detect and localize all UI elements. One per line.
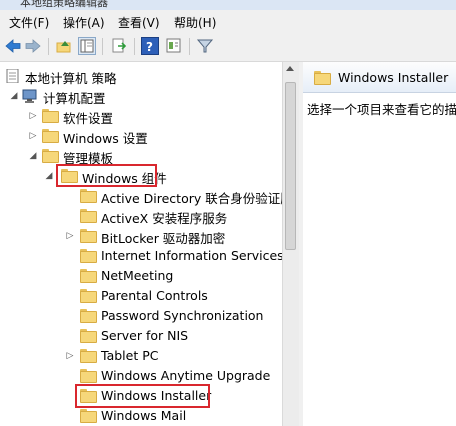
svg-text:?: ? <box>146 40 153 54</box>
tree-label: NetMeeting <box>101 268 174 283</box>
details-title: Windows Installer <box>338 70 449 85</box>
folder-icon <box>42 109 59 123</box>
back-arrow-icon[interactable] <box>4 37 22 55</box>
collapse-arrow-icon[interactable]: ◢ <box>9 90 19 102</box>
menu-file[interactable]: 文件(F) <box>9 14 49 31</box>
policy-document-icon <box>5 68 21 84</box>
tree-label: 软件设置 <box>63 111 114 126</box>
toolbar: ? <box>0 33 456 62</box>
details-pane: Windows Installer 选择一个项目来查看它的描述 <box>303 62 456 426</box>
properties-icon[interactable] <box>165 37 183 55</box>
folder-icon <box>80 369 97 383</box>
folder-icon <box>42 149 59 163</box>
collapse-arrow-icon[interactable]: ◢ <box>28 150 38 162</box>
expand-arrow-icon[interactable]: ▷ <box>28 110 38 122</box>
tree-node-iis[interactable]: Internet Information Services <box>0 246 282 266</box>
tree-label: Parental Controls <box>101 288 208 303</box>
folder-icon <box>80 229 97 243</box>
folder-icon <box>80 249 97 263</box>
help-icon[interactable]: ? <box>141 37 159 55</box>
tree-node-root[interactable]: 本地计算机 策略 <box>0 66 282 86</box>
tree-label: Tablet PC <box>101 348 159 363</box>
tree-node-tablet-pc[interactable]: ▷ Tablet PC <box>0 346 282 366</box>
export-list-icon[interactable] <box>110 37 128 55</box>
menu-help[interactable]: 帮助(H) <box>174 14 216 31</box>
tree-label: BitLocker 驱动器加密 <box>101 231 226 246</box>
tree-node-admin-templates[interactable]: ◢ 管理模板 <box>0 146 282 166</box>
folder-icon <box>80 309 97 323</box>
folder-icon <box>80 189 97 203</box>
tree-node-server-for-nis[interactable]: Server for NIS <box>0 326 282 346</box>
tree-label: ActiveX 安装程序服务 <box>101 211 228 226</box>
tree-label: Internet Information Services <box>101 248 282 263</box>
scrollbar-thumb[interactable] <box>285 82 296 250</box>
tree-node-netmeeting[interactable]: NetMeeting <box>0 266 282 286</box>
tree-node-activex[interactable]: ActiveX 安装程序服务 <box>0 206 282 226</box>
tree-label: Password Synchronization <box>101 308 264 323</box>
folder-icon <box>80 409 97 423</box>
up-folder-icon[interactable] <box>55 37 73 55</box>
folder-icon <box>80 209 97 223</box>
expand-arrow-icon[interactable]: ▷ <box>28 130 38 142</box>
expand-arrow-icon[interactable]: ▷ <box>65 230 75 242</box>
scroll-up-arrow-icon[interactable] <box>286 66 294 71</box>
tree-node-bitlocker[interactable]: ▷ BitLocker 驱动器加密 <box>0 226 282 246</box>
folder-icon <box>80 269 97 283</box>
folder-icon <box>80 329 97 343</box>
collapse-arrow-icon[interactable]: ◢ <box>44 170 54 182</box>
details-header: Windows Installer <box>303 62 456 93</box>
title-bar: 本地组策略编辑器 <box>0 0 456 10</box>
menu-view[interactable]: 查看(V) <box>118 14 160 31</box>
tree-label: 计算机配置 <box>43 91 106 106</box>
highlight-box <box>75 384 210 408</box>
tree-node-windows-settings[interactable]: ▷ Windows 设置 <box>0 126 282 146</box>
folder-icon <box>42 129 59 143</box>
computer-icon <box>22 89 38 103</box>
details-description: 选择一个项目来查看它的描述 <box>307 102 456 117</box>
tree-node-software-settings[interactable]: ▷ 软件设置 <box>0 106 282 126</box>
tree-scrollbar[interactable] <box>282 62 299 426</box>
forward-arrow-icon[interactable] <box>24 37 42 55</box>
window-title: 本地组策略编辑器 <box>20 0 108 9</box>
tree-node-computer-config[interactable]: ◢ 计算机配置 <box>0 86 282 106</box>
tree-node-windows-mail[interactable]: Windows Mail <box>0 406 282 426</box>
tree-label: Server for NIS <box>101 328 189 343</box>
tree-node-password-sync[interactable]: Password Synchronization <box>0 306 282 326</box>
expand-arrow-icon[interactable]: ▷ <box>65 350 75 362</box>
tree-node-parental-controls[interactable]: Parental Controls <box>0 286 282 306</box>
tree-label: Windows Mail <box>101 408 187 423</box>
tree-node-ad-fs[interactable]: Active Directory 联合身份验证服 <box>0 186 282 206</box>
tree-label: 本地计算机 策略 <box>25 71 117 86</box>
tree-label: Windows Anytime Upgrade <box>101 368 271 383</box>
folder-icon <box>80 349 97 363</box>
tree-label: Active Directory 联合身份验证服 <box>101 191 282 206</box>
tree-node-anytime-upgrade[interactable]: Windows Anytime Upgrade <box>0 366 282 386</box>
folder-icon <box>80 289 97 303</box>
filter-icon[interactable] <box>196 37 214 55</box>
menu-action[interactable]: 操作(A) <box>63 14 105 31</box>
highlight-box <box>56 164 157 187</box>
policy-tree: 本地计算机 策略 ◢ 计算机配置 ▷ 软件设置 ▷ Windows 设置 ◢ 管… <box>0 62 282 426</box>
menu-bar: 文件(F) 操作(A) 查看(V) 帮助(H) <box>0 10 456 33</box>
show-hide-tree-icon[interactable] <box>78 37 96 55</box>
tree-label: Windows 设置 <box>63 131 148 146</box>
